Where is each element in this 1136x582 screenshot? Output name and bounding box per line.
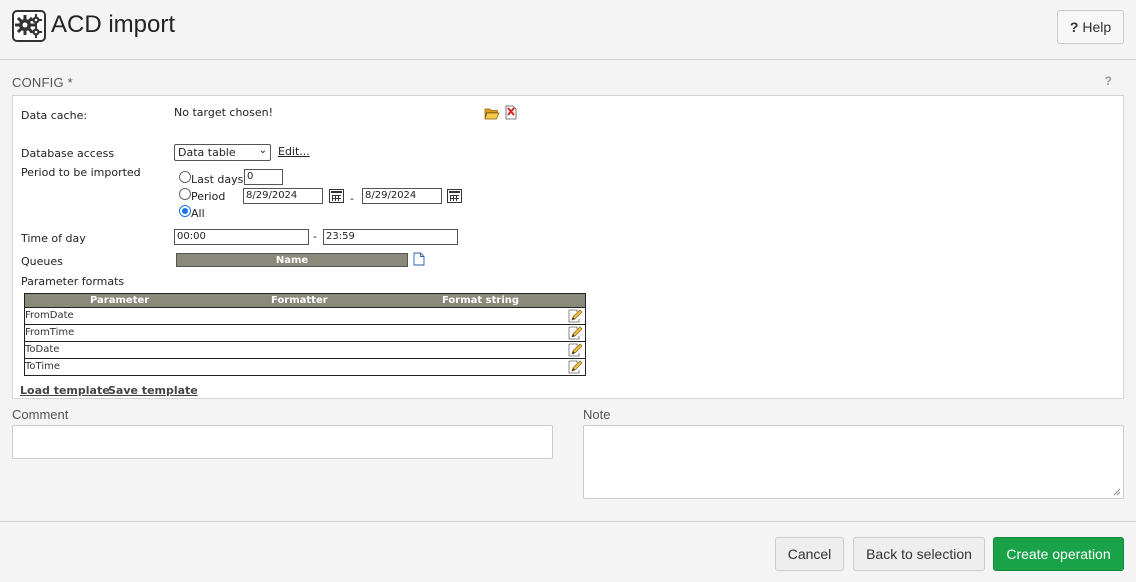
page-header: ACD import ? Help: [0, 0, 1136, 60]
period-to-input[interactable]: 8/29/2024: [362, 188, 442, 204]
radio-last-days-label: Last days: [191, 173, 244, 186]
column-header-parameter: Parameter: [90, 295, 150, 306]
parameter-name: FromTime: [25, 327, 75, 338]
comment-label: Comment: [12, 407, 69, 422]
edit-pencil-icon[interactable]: [568, 309, 582, 323]
save-template-link[interactable]: Save template: [108, 384, 198, 397]
config-section-label: CONFIG *: [12, 75, 73, 90]
time-separator: -: [313, 230, 317, 243]
create-operation-button[interactable]: Create operation: [993, 537, 1124, 571]
edit-pencil-icon[interactable]: [568, 343, 582, 357]
table-row: FromDate: [25, 307, 585, 324]
data-cache-value: No target chosen!: [174, 106, 274, 119]
chevron-down-icon: ⌄: [258, 145, 267, 156]
radio-all-label: All: [191, 207, 205, 220]
edit-link[interactable]: Edit...: [278, 145, 310, 158]
table-header: Parameter Formatter Format string: [25, 294, 585, 307]
help-button-label: Help: [1082, 19, 1112, 35]
page-title: ACD import: [51, 11, 176, 38]
radio-all[interactable]: [179, 205, 191, 217]
table-row: ToDate: [25, 341, 585, 358]
parameter-name: ToTime: [25, 361, 60, 372]
edit-pencil-icon[interactable]: [568, 360, 582, 374]
cancel-button[interactable]: Cancel: [775, 537, 844, 571]
add-queue-icon[interactable]: [413, 252, 425, 266]
column-header-formatter: Formatter: [271, 295, 328, 306]
parameter-formats-label: Parameter formats: [21, 275, 125, 288]
question-icon: ?: [1069, 19, 1079, 35]
config-panel: Data cache: No target chosen! Database a…: [12, 95, 1124, 399]
database-access-selected: Data table: [178, 146, 236, 159]
comment-input[interactable]: [12, 425, 553, 459]
period-separator: -: [350, 192, 354, 205]
radio-period[interactable]: [179, 188, 191, 200]
parameter-name: FromDate: [25, 310, 74, 321]
time-from-input[interactable]: 00:00: [174, 229, 309, 245]
radio-last-days[interactable]: [179, 171, 191, 183]
calendar-icon[interactable]: [329, 189, 344, 203]
database-access-label: Database access: [21, 147, 115, 160]
edit-pencil-icon[interactable]: [568, 326, 582, 340]
radio-period-label: Period: [191, 190, 226, 203]
config-help-icon[interactable]: ?: [1105, 74, 1112, 88]
table-row: FromTime: [25, 324, 585, 341]
time-to-input[interactable]: 23:59: [323, 229, 458, 245]
footer-divider: [0, 521, 1136, 522]
help-button[interactable]: ? Help: [1057, 10, 1124, 44]
note-label: Note: [583, 407, 611, 422]
resize-grip-icon[interactable]: [1113, 488, 1121, 496]
queues-label: Queues: [21, 255, 63, 268]
back-to-selection-button[interactable]: Back to selection: [853, 537, 985, 571]
gears-icon: [12, 10, 46, 42]
table-row: ToTime: [25, 358, 585, 375]
parameter-name: ToDate: [25, 344, 60, 355]
last-days-input[interactable]: 0: [244, 169, 283, 185]
load-template-link[interactable]: Load template: [20, 384, 110, 397]
note-textarea[interactable]: [583, 425, 1124, 499]
folder-open-icon[interactable]: [484, 106, 500, 120]
period-label: Period to be imported: [21, 166, 141, 179]
time-of-day-label: Time of day: [21, 232, 86, 245]
calendar-icon[interactable]: [447, 189, 462, 203]
database-access-select[interactable]: Data table ⌄: [174, 144, 271, 161]
clear-target-icon[interactable]: [504, 104, 518, 120]
data-cache-label: Data cache:: [21, 109, 88, 122]
parameter-formats-table: Parameter Formatter Format string FromDa…: [24, 293, 586, 376]
queues-column-header: Name: [176, 253, 408, 267]
period-from-input[interactable]: 8/29/2024: [243, 188, 323, 204]
column-header-format-string: Format string: [442, 295, 520, 306]
